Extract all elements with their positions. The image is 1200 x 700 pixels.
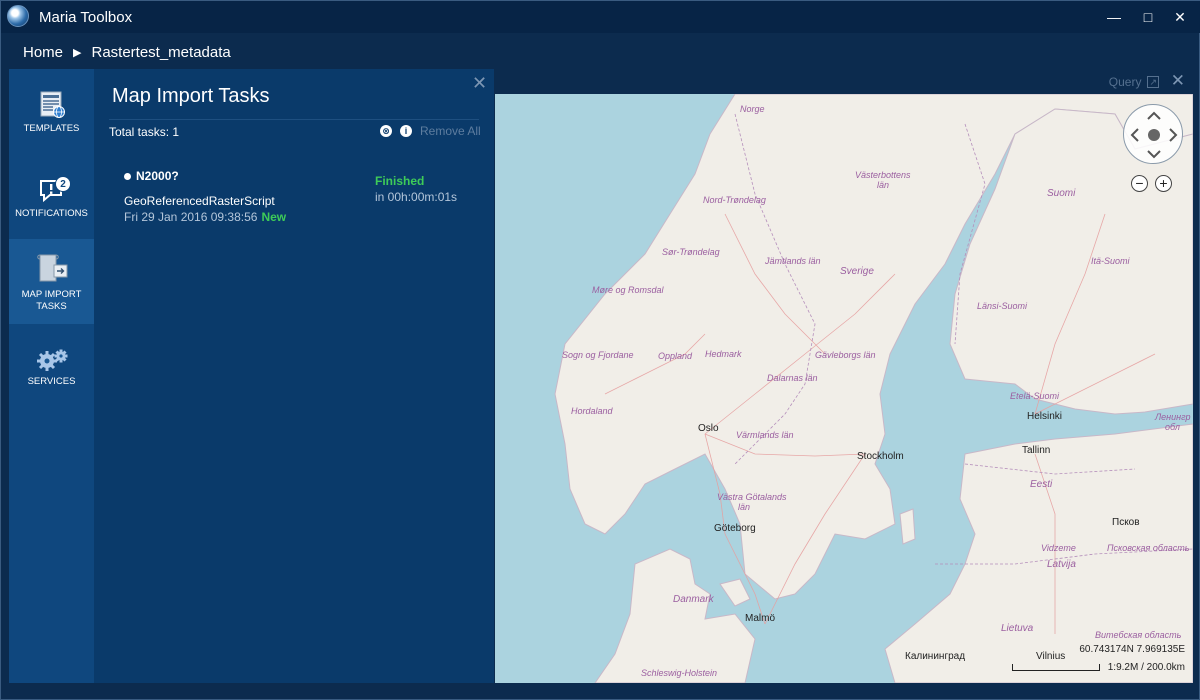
map-label: Møre og Romsdal [592, 285, 664, 295]
map-label: Dalarnas län [767, 373, 818, 383]
map-city-label: Malmö [745, 613, 776, 624]
nav-label-services: SERVICES [27, 376, 76, 387]
map-label: Sør-Trøndelag [662, 247, 720, 257]
map-pan-control[interactable] [1123, 104, 1183, 164]
query-control[interactable]: Query ↗ [1109, 75, 1159, 89]
title-bar: Maria Toolbox — □ ✕ [1, 1, 1200, 33]
task-duration: in 00h:00m:01s [375, 190, 458, 204]
map-label: län [738, 502, 751, 512]
minimize-button[interactable]: — [1101, 7, 1127, 27]
panel-title: Map Import Tasks [112, 85, 270, 107]
scale-bar [1011, 664, 1100, 671]
map-view[interactable]: Norge Västerbottens län Suomi Nord-Trønd… [495, 94, 1193, 683]
map-scale: 1:9.2M / 200.0km [1011, 662, 1185, 673]
services-icon [36, 349, 67, 371]
scale-label: 1:9.2M / 200.0km [1107, 662, 1185, 673]
map-label: Lietuva [1001, 623, 1034, 634]
map-city-label: Oslo [698, 423, 719, 434]
popout-icon[interactable]: ↗ [1147, 76, 1159, 88]
map-city-label: Псков [1112, 517, 1140, 528]
map-header: Query ↗ ✕ [495, 69, 1193, 94]
map-label: Norge [740, 104, 765, 114]
total-tasks-label: Total tasks: 1 [109, 125, 180, 139]
app-title: Maria Toolbox [39, 9, 133, 26]
map-city-label: Калининград [905, 651, 966, 662]
panel-close-icon[interactable]: ✕ [472, 73, 487, 94]
zoom-in-button[interactable]: + [1155, 175, 1172, 192]
side-nav: TEMPLATES 2 NOTIFICATIONS MAP IMPORT TAS… [9, 69, 94, 683]
map-label: обл [1165, 422, 1180, 432]
map-label: Hordaland [571, 406, 613, 416]
breadcrumb: Home ▶ Rastertest_metadata [23, 41, 231, 63]
map-label: Eesti [1030, 479, 1053, 490]
map-canvas [554, 94, 1193, 683]
app-window: Maria Toolbox — □ ✕ Home ▶ Rastertest_me… [0, 0, 1200, 700]
task-name: N2000? [136, 169, 179, 183]
templates-icon [40, 91, 65, 118]
maximize-button[interactable]: □ [1135, 7, 1161, 27]
info-icon[interactable]: i [400, 125, 412, 137]
task-new-badge: New [261, 210, 287, 224]
map-label: Jämtlands län [765, 256, 821, 266]
task-item[interactable]: N2000? GeoReferencedRasterScript Fri 29 … [124, 169, 464, 229]
map-label: Danmark [673, 594, 714, 605]
map-label: Oppland [658, 351, 693, 361]
map-label: Värmlands län [736, 430, 794, 440]
query-label: Query [1108, 75, 1142, 89]
map-label: Latvija [1047, 559, 1076, 570]
task-date-line: Fri 29 Jan 2016 09:38:56 New [124, 210, 286, 224]
map-label: Sverige [840, 266, 874, 277]
nav-item-notifications[interactable]: 2 NOTIFICATIONS [9, 154, 94, 239]
map-label: Itä-Suomi [1091, 256, 1130, 266]
remove-all-button[interactable]: Remove All [420, 124, 481, 138]
panel-divider [109, 119, 479, 120]
breadcrumb-home[interactable]: Home [23, 44, 63, 61]
map-label: län [877, 180, 890, 190]
zoom-out-button[interactable]: − [1131, 175, 1148, 192]
notifications-icon-wrap: 2 [9, 176, 94, 204]
task-script: GeoReferencedRasterScript [124, 194, 275, 208]
task-status: Finished [375, 174, 425, 188]
cancel-all-icon[interactable]: ⊗ [380, 125, 392, 137]
nav-label-map-import-tasks: MAP IMPORT TASKS [21, 289, 82, 312]
nav-item-services[interactable]: SERVICES [9, 324, 94, 409]
map-label: Витебская область [1095, 630, 1182, 640]
map-import-tasks-panel: Map Import Tasks ✕ Total tasks: 1 ⊗ i Re… [94, 69, 494, 683]
map-label: Schleswig-Holstein [641, 668, 718, 678]
map-label: Länsi-Suomi [977, 301, 1028, 311]
map-label: Suomi [1047, 188, 1076, 199]
map-label: Västra Götalands [717, 492, 787, 502]
breadcrumb-current[interactable]: Rastertest_metadata [91, 44, 230, 61]
map-city-label: Stockholm [857, 451, 904, 462]
breadcrumb-separator-icon: ▶ [73, 46, 82, 59]
map-label: Västerbottens [855, 170, 911, 180]
map-city-label: Tallinn [1022, 445, 1051, 456]
map-label: Псковская область [1107, 543, 1190, 553]
cursor-coordinates: 60.743174N 7.969135E [1079, 644, 1185, 655]
notification-count-badge: 2 [55, 176, 71, 192]
map-city-label: Göteborg [714, 523, 756, 534]
map-label: Sogn og Fjordane [562, 350, 634, 360]
map-close-icon[interactable]: ✕ [1171, 71, 1185, 91]
map-label: Etelä-Suomi [1010, 391, 1060, 401]
map-label: Gävleborgs län [815, 350, 876, 360]
nav-item-templates[interactable]: TEMPLATES [9, 69, 94, 154]
nav-label-notifications: NOTIFICATIONS [15, 208, 88, 219]
map-label: Hedmark [705, 349, 742, 359]
map-label: Vidzeme [1041, 543, 1076, 553]
close-button[interactable]: ✕ [1167, 7, 1193, 27]
nav-label-templates: TEMPLATES [23, 123, 80, 134]
task-date: Fri 29 Jan 2016 09:38:56 [124, 210, 258, 224]
panel-actions: ⊗ i Remove All [380, 124, 481, 138]
map-import-icon [36, 254, 67, 282]
task-bullet-icon [124, 173, 131, 180]
map-city-label: Vilnius [1036, 651, 1066, 662]
map-city-label: Helsinki [1027, 411, 1063, 422]
map-label: Nord-Trøndelag [703, 195, 766, 205]
app-logo-icon [7, 5, 29, 27]
nav-item-map-import-tasks[interactable]: MAP IMPORT TASKS [9, 239, 94, 324]
pan-arrows-icon [1130, 111, 1178, 159]
map-label: Ленингр [1155, 412, 1191, 422]
